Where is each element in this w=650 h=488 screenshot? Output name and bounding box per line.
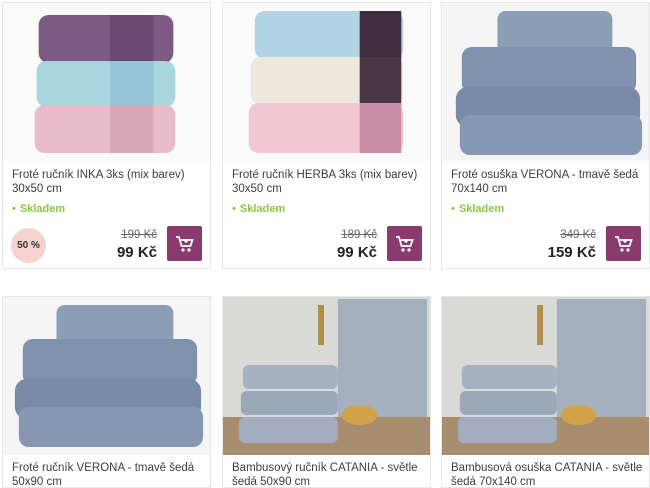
stock-label: Skladem — [458, 203, 505, 215]
product-image[interactable] — [3, 297, 210, 455]
product-title[interactable]: Froté ručník VERONA - tmavě šedá 50x90 c… — [12, 461, 204, 487]
price: 99 Kč — [116, 244, 157, 261]
cart-icon — [614, 235, 633, 252]
stock-label: Skladem — [19, 203, 66, 215]
product-title[interactable]: Froté ručník HERBA 3ks (mix barev) 30x50… — [232, 168, 424, 196]
stock-status: • Skladem — [232, 203, 285, 215]
product-title[interactable]: Bambusový ručník CATANIA - světle šedá 5… — [232, 461, 424, 487]
product-image[interactable] — [442, 3, 649, 161]
product-card: Bambusová osuška CATANIA - světle šedá 7… — [441, 296, 650, 488]
product-card: Froté ručník HERBA 3ks (mix barev) 30x50… — [222, 2, 431, 269]
product-card: Froté ručník VERONA - tmavě šedá 50x90 c… — [2, 296, 211, 488]
price: 99 Kč — [336, 244, 377, 261]
old-price: 189 Kč — [341, 229, 377, 241]
product-image[interactable] — [223, 297, 430, 455]
add-to-cart-button[interactable] — [387, 226, 422, 261]
old-price: 199 Kč — [121, 229, 157, 241]
bullet-icon: • — [232, 203, 236, 215]
stock-status: • Skladem — [451, 203, 504, 215]
stock-label: Skladem — [239, 203, 286, 215]
product-card: Froté osuška VERONA - tmavě šedá 70x140 … — [441, 2, 650, 269]
cart-icon — [175, 235, 194, 252]
discount-badge: 50 % — [11, 228, 46, 263]
product-title[interactable]: Froté osuška VERONA - tmavě šedá 70x140 … — [451, 168, 643, 196]
stock-status: • Skladem — [12, 203, 65, 215]
product-image[interactable] — [3, 3, 210, 161]
product-title[interactable]: Bambusová osuška CATANIA - světle šedá 7… — [451, 461, 643, 487]
cart-icon — [395, 235, 414, 252]
product-image[interactable] — [442, 297, 649, 455]
old-price: 349 Kč — [560, 229, 596, 241]
product-image[interactable] — [223, 3, 430, 161]
product-title[interactable]: Froté ručník INKA 3ks (mix barev) 30x50 … — [12, 168, 204, 196]
product-card: Froté ručník INKA 3ks (mix barev) 30x50 … — [2, 2, 211, 269]
product-card: Bambusový ručník CATANIA - světle šedá 5… — [222, 296, 431, 488]
add-to-cart-button[interactable] — [167, 226, 202, 261]
bullet-icon: • — [451, 203, 455, 215]
add-to-cart-button[interactable] — [606, 226, 641, 261]
price: 159 Kč — [547, 244, 596, 261]
bullet-icon: • — [12, 203, 16, 215]
